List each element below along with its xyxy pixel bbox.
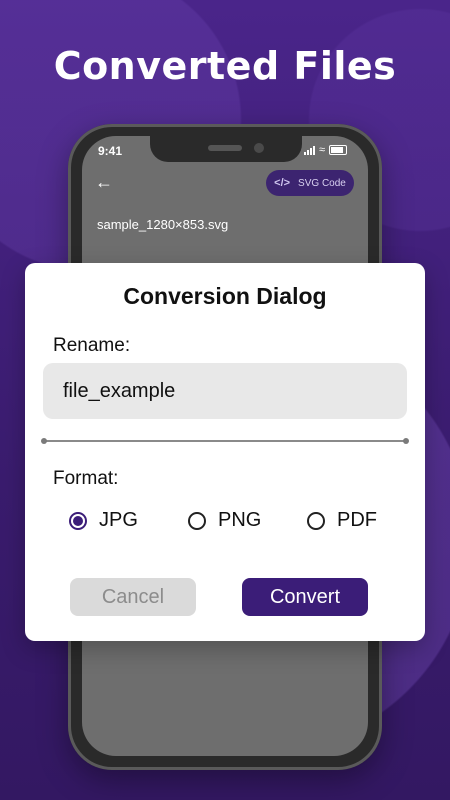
format-option-pdf[interactable]: PDF — [307, 509, 377, 532]
conversion-dialog: Conversion Dialog Rename: Format: JPG PN… — [25, 263, 425, 641]
svg-code-label: SVG Code — [298, 177, 346, 189]
speaker-grille — [208, 145, 242, 151]
status-time: 9:41 — [98, 144, 123, 158]
radio-checked-icon[interactable] — [69, 511, 87, 530]
svg-code-button[interactable]: </> SVG Code — [266, 170, 354, 196]
convert-button[interactable]: Convert — [242, 578, 368, 616]
rename-label: Rename: — [53, 335, 131, 356]
format-option-label: JPG — [99, 509, 138, 531]
signal-icon — [304, 145, 315, 155]
format-label: Format: — [53, 468, 119, 489]
page-headline: Converted Files — [53, 44, 397, 88]
cancel-button[interactable]: Cancel — [70, 578, 196, 616]
divider — [41, 438, 409, 444]
file-name: sample_1280×853.svg — [97, 217, 229, 232]
radio-unchecked-icon[interactable] — [188, 511, 206, 530]
camera-icon — [254, 143, 264, 153]
format-option-label: PNG — [218, 509, 262, 531]
back-arrow-icon[interactable]: ← — [95, 172, 113, 193]
format-option-jpg[interactable]: JPG — [69, 509, 188, 532]
format-option-label: PDF — [337, 509, 377, 531]
format-option-png[interactable]: PNG — [188, 509, 307, 532]
rename-input[interactable] — [43, 363, 407, 419]
radio-unchecked-icon[interactable] — [307, 511, 325, 530]
format-radio-group: JPG PNG PDF — [69, 509, 409, 532]
wifi-icon: ≈ — [319, 144, 326, 156]
status-icons: ≈ — [304, 144, 348, 156]
code-icon: </> — [274, 177, 291, 189]
dialog-title: Conversion Dialog — [123, 283, 327, 309]
battery-icon — [329, 145, 348, 155]
